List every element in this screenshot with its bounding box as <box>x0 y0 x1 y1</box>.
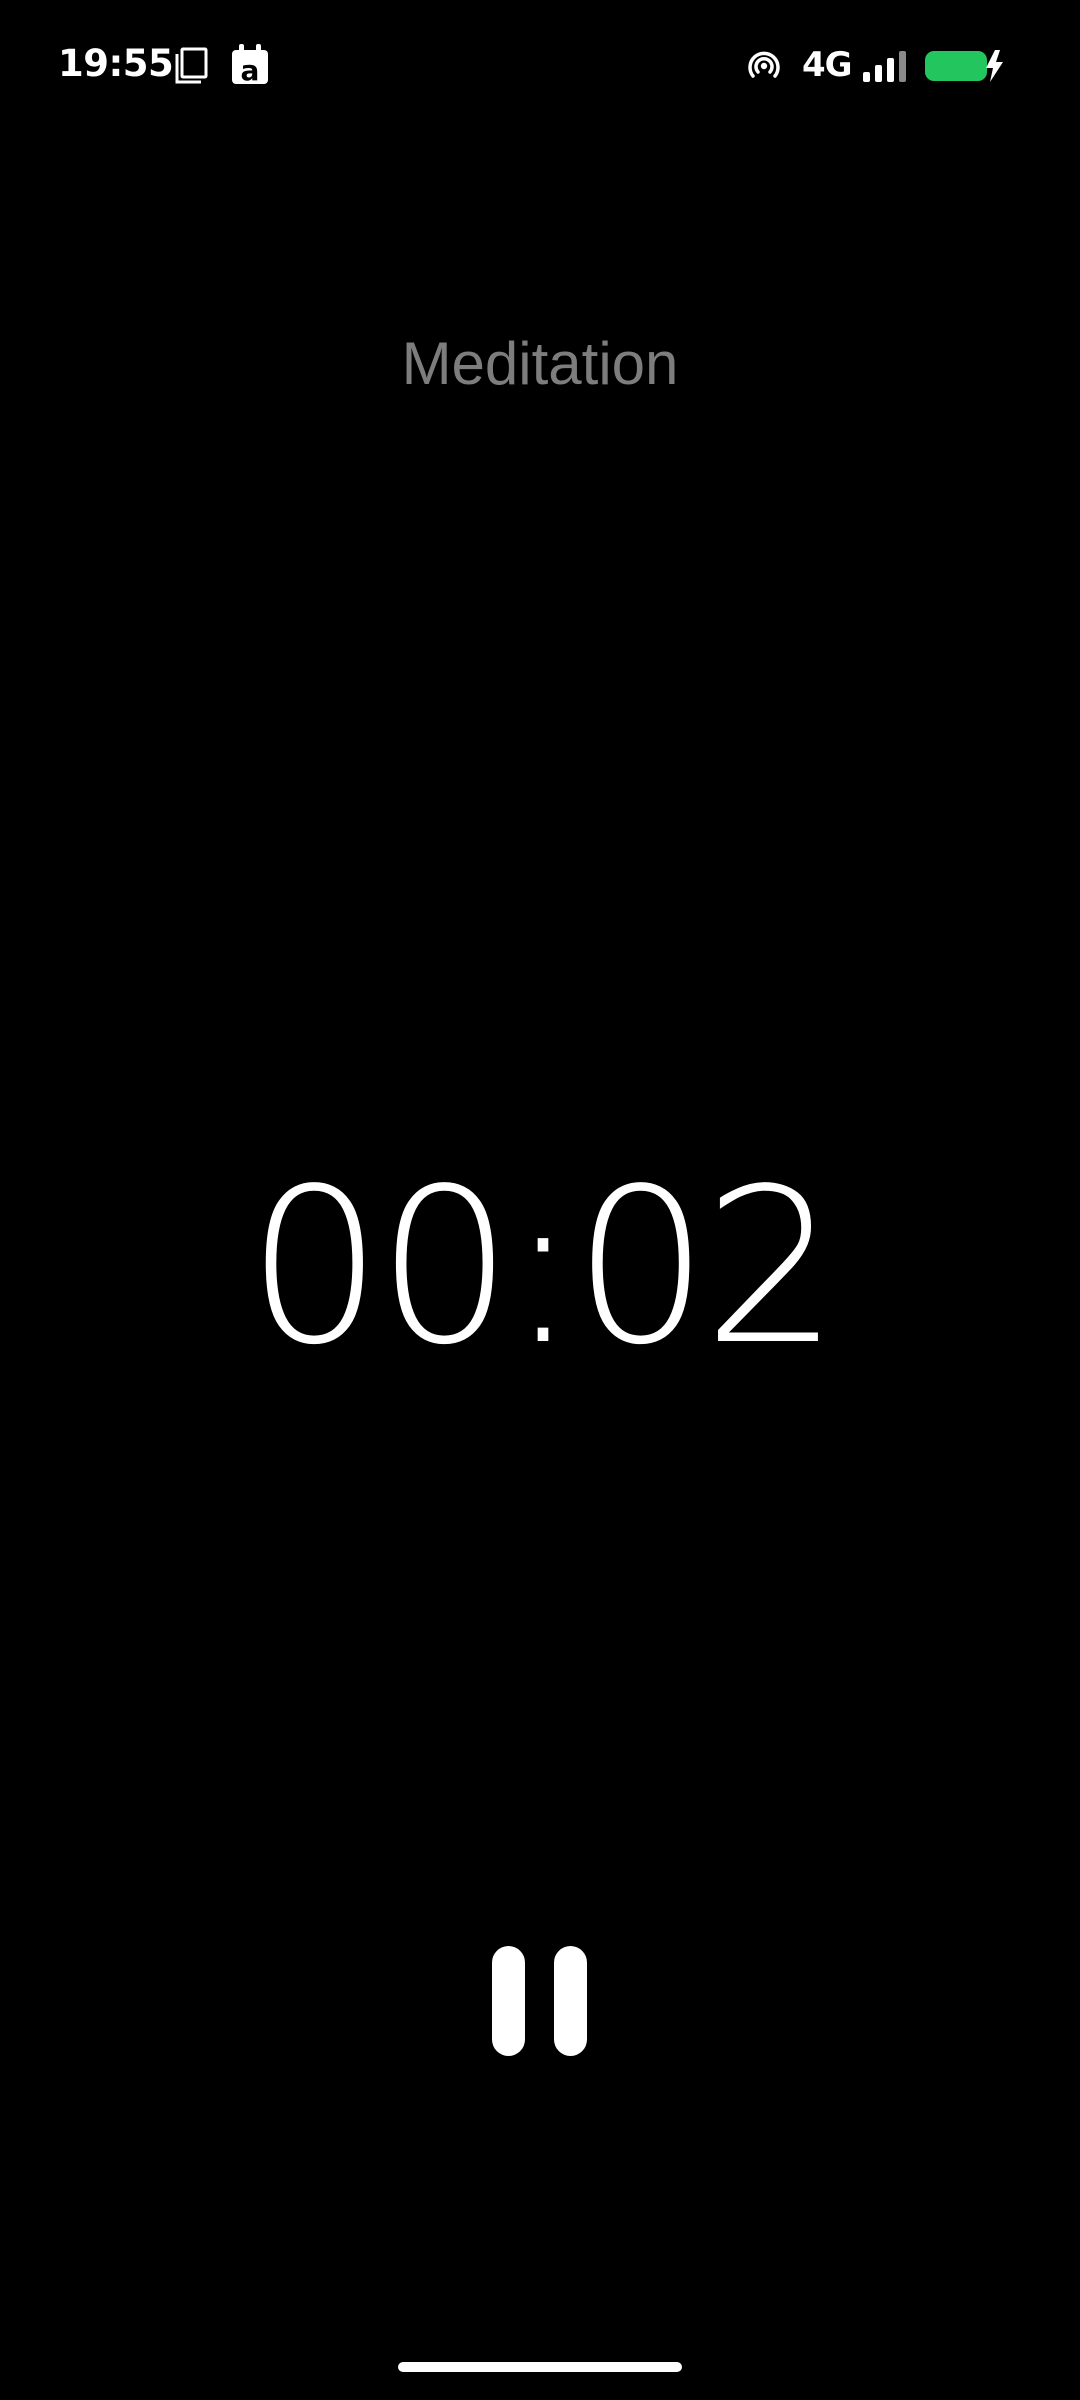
home-gesture-bar[interactable] <box>398 2362 682 2372</box>
hotspot-icon <box>748 51 780 78</box>
session-title: Meditation <box>401 330 679 397</box>
pause-icon-bar-left <box>492 1946 525 2056</box>
app-a-icon: a <box>232 44 268 86</box>
signal-icon <box>863 51 906 82</box>
svg-text:a: a <box>241 54 260 86</box>
status-time: 19:55 <box>58 42 174 85</box>
battery-charging-icon <box>925 50 1003 82</box>
elapsed-timer: 00:02 <box>246 1143 840 1392</box>
screenshot-icon <box>175 47 208 84</box>
network-type-label: 4G <box>802 45 853 85</box>
pause-icon-bar-right <box>554 1946 587 2056</box>
status-bar: 19:55 a 4G <box>0 0 1080 132</box>
pause-button[interactable] <box>470 1930 610 2070</box>
